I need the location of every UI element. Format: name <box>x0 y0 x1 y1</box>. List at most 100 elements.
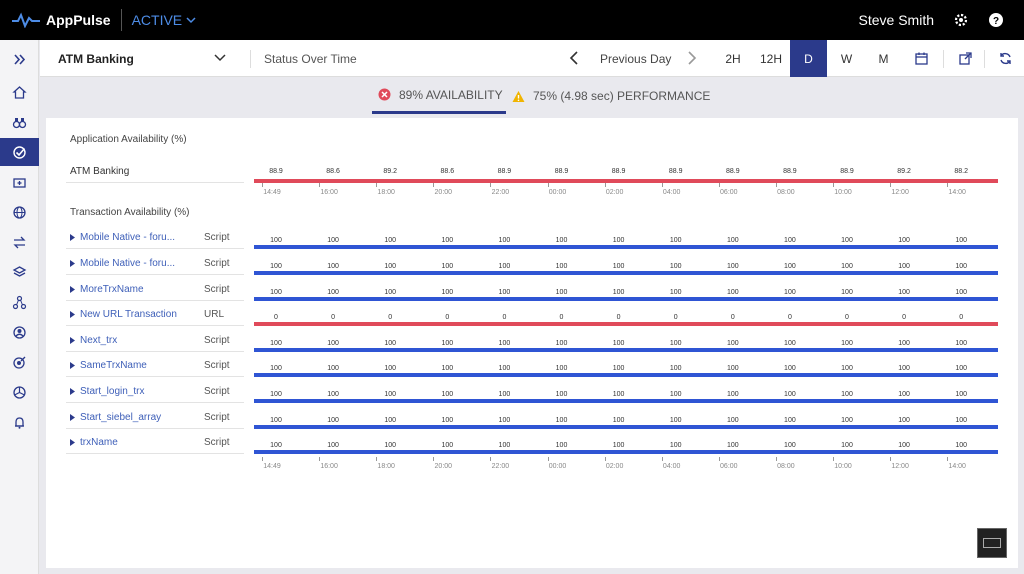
transaction-value: 100 <box>955 263 968 270</box>
check-circle-icon <box>13 145 26 159</box>
time-tick-label: 12:00 <box>891 189 909 196</box>
range-day-button[interactable]: D <box>790 40 827 77</box>
transaction-value: 100 <box>898 365 910 372</box>
transaction-status-bar[interactable] <box>254 271 998 275</box>
performance-label: 75% (4.98 sec) PERFORMANCE <box>533 89 711 103</box>
gear-icon[interactable] <box>953 12 969 28</box>
transaction-value: 100 <box>327 417 339 424</box>
transaction-status-bar[interactable] <box>254 450 998 454</box>
time-tick-mark <box>433 183 435 187</box>
app-availability-value: 88.6 <box>440 168 455 175</box>
environment-dropdown[interactable]: ACTIVE <box>132 12 197 28</box>
arrows-exchange-icon <box>13 236 26 248</box>
view-header: ATM Banking Status Over Time Previous Da… <box>40 40 1024 77</box>
app-availability-value: 88.9 <box>668 168 683 175</box>
time-tick-mark <box>547 183 549 187</box>
app-availability-value: 89.2 <box>383 168 397 175</box>
transaction-value: 100 <box>612 442 625 449</box>
range-12h-button[interactable]: 12H <box>752 40 790 77</box>
nav-geography[interactable] <box>0 198 39 226</box>
chevron-left-icon[interactable] <box>568 51 580 65</box>
time-tick-mark <box>376 457 378 461</box>
time-tick-mark <box>775 457 777 461</box>
transaction-value: 100 <box>555 289 568 296</box>
time-tick-mark <box>833 183 834 187</box>
app-availability-value: 89.2 <box>897 168 911 175</box>
transaction-status-bar[interactable] <box>254 399 998 403</box>
nav-alerts[interactable] <box>0 408 39 436</box>
transaction-status-bar[interactable] <box>254 245 998 249</box>
transaction-value: 100 <box>270 365 282 372</box>
time-tick-mark <box>262 183 263 187</box>
time-tick-label: 02:00 <box>605 189 624 196</box>
error-circle-icon <box>378 88 391 101</box>
transaction-value: 100 <box>555 263 568 270</box>
time-tick-label: 22:00 <box>491 463 510 470</box>
nav-home[interactable] <box>0 78 39 106</box>
transaction-value: 100 <box>498 365 511 372</box>
nav-layers[interactable] <box>0 258 39 286</box>
transaction-value: 100 <box>498 391 511 398</box>
transaction-value: 100 <box>441 391 454 398</box>
tab-performance[interactable]: 75% (4.98 sec) PERFORMANCE <box>512 78 722 114</box>
time-tick-label: 20:00 <box>434 463 453 470</box>
transaction-value: 100 <box>898 340 910 347</box>
time-tick-mark <box>947 183 949 187</box>
transaction-status-bar[interactable] <box>254 373 998 377</box>
range-2h-button[interactable]: 2H <box>715 40 751 77</box>
transaction-value: 100 <box>498 340 511 347</box>
tab-availability[interactable]: 89% AVAILABILITY <box>372 78 506 114</box>
transaction-status-bar[interactable] <box>254 322 998 326</box>
nav-reports[interactable] <box>0 378 39 406</box>
transaction-value: 100 <box>555 417 568 424</box>
transaction-value: 100 <box>327 340 339 347</box>
help-icon[interactable]: ? <box>988 12 1004 28</box>
application-selector[interactable]: ATM Banking <box>58 52 134 66</box>
transaction-status-bar[interactable] <box>254 425 998 429</box>
transaction-value: 0 <box>845 314 849 321</box>
transaction-value: 0 <box>730 314 735 321</box>
time-tick-mark <box>262 457 263 461</box>
nav-topology[interactable] <box>0 288 39 316</box>
transaction-value: 100 <box>612 391 625 398</box>
transaction-value: 100 <box>270 340 282 347</box>
nav-incidents[interactable] <box>0 168 39 196</box>
pulse-logo-icon <box>12 12 40 28</box>
app-availability-value: 88.9 <box>269 168 283 175</box>
transaction-value: 100 <box>841 237 853 244</box>
time-tick-label: 12:00 <box>891 463 909 470</box>
range-month-button[interactable]: M <box>865 40 902 77</box>
time-tick-label: 08:00 <box>777 463 795 470</box>
transaction-value: 100 <box>441 263 454 270</box>
time-tick-label: 14:00 <box>948 463 966 470</box>
transaction-status-bar[interactable] <box>254 348 998 352</box>
chevron-down-icon[interactable] <box>214 53 226 63</box>
transaction-value: 100 <box>784 365 796 372</box>
app-name: AppPulse <box>46 12 111 28</box>
transaction-value: 100 <box>955 340 968 347</box>
refresh-icon[interactable] <box>998 51 1013 66</box>
range-week-button[interactable]: W <box>828 40 865 77</box>
time-tick-mark <box>718 457 720 461</box>
target-icon <box>13 356 26 369</box>
nav-monitoring[interactable] <box>0 108 39 136</box>
external-link-icon[interactable] <box>958 51 973 66</box>
time-tick-label: 14:49 <box>263 463 281 470</box>
transaction-value: 100 <box>669 237 682 244</box>
user-name[interactable]: Steve Smith <box>859 12 934 28</box>
transaction-value: 100 <box>784 340 796 347</box>
chevron-right-icon[interactable] <box>686 51 698 65</box>
expand-nav-button[interactable] <box>0 45 39 73</box>
app-availability-status-bar[interactable] <box>254 179 998 183</box>
transaction-status-bar[interactable] <box>254 297 998 301</box>
nav-users[interactable] <box>0 318 39 346</box>
nav-status[interactable] <box>0 138 39 166</box>
header-divider <box>943 50 944 68</box>
transaction-value: 100 <box>498 237 511 244</box>
calendar-icon[interactable] <box>914 51 929 66</box>
transaction-value: 100 <box>555 365 568 372</box>
previous-day-button[interactable]: Previous Day <box>600 52 671 66</box>
nav-goals[interactable] <box>0 348 39 376</box>
nav-transactions[interactable] <box>0 228 39 256</box>
transaction-value: 100 <box>726 442 739 449</box>
